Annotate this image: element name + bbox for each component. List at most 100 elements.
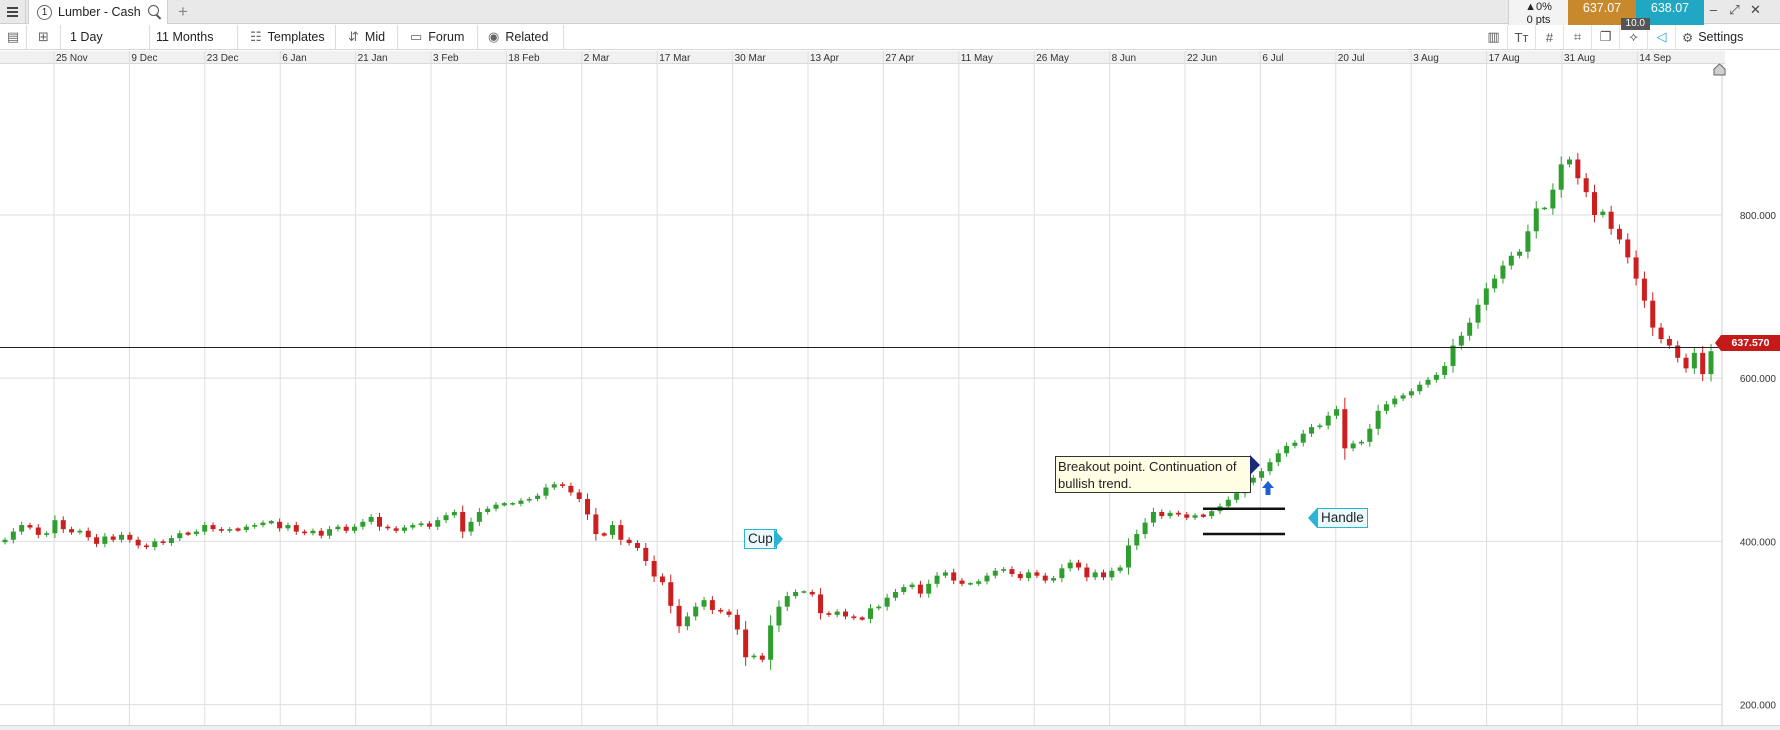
candle-body — [1067, 562, 1073, 569]
candle-body — [1059, 568, 1065, 579]
cup-annotation[interactable]: Cup — [744, 529, 777, 549]
candle-body — [1175, 512, 1181, 515]
x-tick-label: 18 Feb — [508, 53, 540, 64]
candle-body — [809, 591, 815, 595]
candle-body — [651, 560, 657, 577]
candle-body — [684, 616, 690, 627]
candle-body — [401, 527, 407, 531]
candle-body — [626, 539, 632, 544]
candle-body — [576, 492, 582, 499]
candle-body — [1508, 255, 1514, 266]
candle-body — [568, 485, 574, 493]
candle-body — [1433, 374, 1439, 380]
candle-body — [734, 614, 740, 630]
candle-body — [1600, 211, 1606, 215]
horizontal-grid — [0, 214, 1722, 706]
candle-body — [1475, 304, 1481, 323]
cup-marker-icon — [774, 529, 783, 549]
breakout-annotation[interactable]: Breakout point. Continuation of bullish … — [1055, 456, 1251, 493]
candle-body — [1209, 511, 1215, 517]
candle-body — [776, 606, 782, 626]
candle-body — [1533, 208, 1539, 232]
candle-body — [1567, 159, 1573, 165]
candle-body — [468, 521, 474, 532]
candle-body — [102, 536, 108, 544]
candle-body — [543, 487, 549, 496]
candle-body — [959, 580, 965, 584]
candle-body — [1408, 391, 1414, 396]
candle-body — [252, 525, 258, 527]
candle-body — [618, 525, 624, 540]
y-tick-label: 400.000 — [1740, 537, 1777, 548]
candle-body — [801, 591, 807, 593]
candle-body — [1309, 427, 1315, 434]
candle-body — [1184, 514, 1190, 518]
price-chart[interactable]: 25 Nov 9 Dec 23 Dec 6 Jan 21 Jan 3 Feb 18 Feb 2… — [0, 0, 1780, 730]
candle-body — [1234, 493, 1240, 500]
candle-body — [285, 525, 291, 529]
candle-body — [1051, 578, 1057, 581]
candle-body — [1109, 570, 1115, 578]
candle-body — [1125, 545, 1131, 568]
spread-badge: 10.0 — [1620, 18, 1650, 30]
candle-body — [19, 525, 25, 532]
candle-body — [1225, 499, 1231, 507]
candle-body — [1200, 514, 1206, 517]
candle-body — [1650, 300, 1656, 328]
scroll-up-icon[interactable] — [1713, 63, 1726, 76]
candle-body — [510, 503, 516, 505]
candle-body — [917, 584, 923, 594]
candle-body — [1150, 512, 1156, 523]
candle-body — [1325, 415, 1331, 426]
candle-body — [1317, 425, 1323, 428]
candle-body — [1558, 164, 1564, 190]
candle-body — [751, 655, 757, 658]
handle-annotation[interactable]: Handle — [1317, 508, 1368, 528]
candle-body — [1492, 278, 1498, 289]
candle-body — [709, 600, 715, 610]
candle-body — [1267, 462, 1273, 472]
candle-body — [210, 525, 216, 530]
x-tick-label: 20 Jul — [1338, 53, 1365, 64]
x-tick-label: 8 Jun — [1112, 53, 1136, 64]
candle-body — [851, 616, 857, 619]
candle-body — [185, 532, 191, 535]
candle-body — [1383, 404, 1389, 411]
candle-body — [884, 597, 890, 607]
handle-marker-icon — [1308, 508, 1317, 528]
candle-body — [1342, 409, 1348, 449]
candle-body — [1001, 569, 1007, 571]
candle-body — [926, 583, 932, 594]
x-tick-label: 17 Aug — [1489, 53, 1520, 64]
up-arrow-icon — [1262, 481, 1274, 495]
candle-body — [260, 522, 266, 526]
x-tick-label: 6 Jul — [1262, 53, 1283, 64]
candle-body — [1608, 211, 1614, 229]
candle-body — [909, 584, 915, 588]
candle-body — [1450, 345, 1456, 366]
candle-body — [892, 591, 898, 598]
candle-body — [376, 516, 382, 527]
candle-body — [585, 498, 591, 515]
candle-body — [1034, 572, 1040, 576]
candle-body — [659, 576, 665, 583]
x-tick-label: 25 Nov — [56, 53, 88, 64]
bottom-scrollbar[interactable] — [0, 725, 1780, 730]
candle-body — [1300, 433, 1306, 443]
candle-body — [1292, 442, 1298, 446]
candle-body — [177, 533, 183, 539]
candle-body — [243, 526, 249, 530]
candle-body — [1517, 251, 1523, 256]
candle-body — [426, 523, 432, 527]
candle-body — [526, 498, 532, 501]
candle-body — [793, 591, 799, 597]
candle-body — [1042, 575, 1048, 581]
candle-body — [1009, 569, 1015, 575]
candle-body — [193, 531, 199, 535]
candle-body — [435, 520, 441, 527]
candle-body — [1575, 159, 1581, 179]
candle-body — [901, 587, 907, 592]
candle-body — [967, 583, 973, 585]
candle-body — [385, 526, 391, 529]
x-tick-label: 26 May — [1036, 53, 1069, 64]
